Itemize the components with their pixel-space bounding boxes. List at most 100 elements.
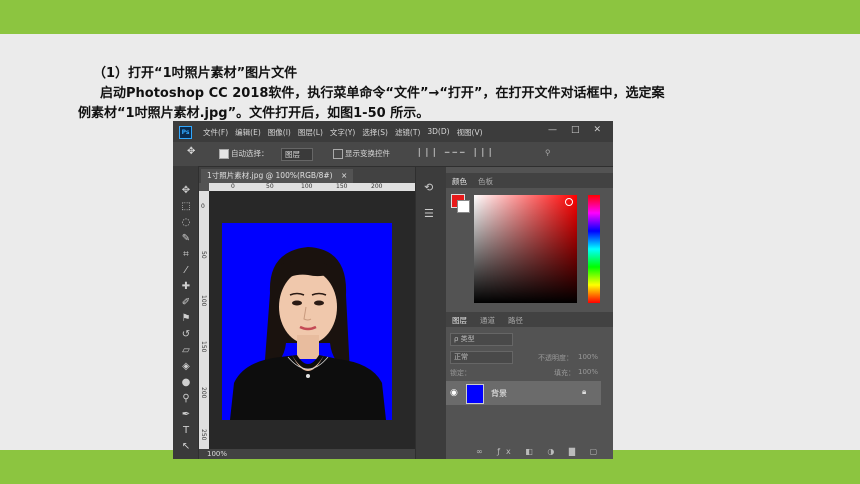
toolbox: ✥ ⬚ ◌ ✎ ⌗ ⁄ ✚ ✐ ⚑ ↺ ▱ ◈ ● ⚲ ✒ T ↖ [173, 166, 199, 459]
menu-type[interactable]: 文字(Y) [330, 127, 355, 138]
quick-select-tool-icon[interactable]: ✎ [179, 232, 193, 246]
tab-swatches[interactable]: 色板 [478, 176, 493, 187]
clone-stamp-tool-icon[interactable]: ⚑ [179, 312, 193, 326]
zoom-level[interactable]: 100% [207, 450, 227, 458]
eraser-tool-icon[interactable]: ▱ [179, 344, 193, 358]
instruction-line-1: 启动Photoshop CC 2018软件，执行菜单命令“文件”→“打开”，在打… [100, 86, 665, 101]
instruction-line-2: 例素材“1吋照片素材.jpg”。文件打开后，如图1-50 所示。 [78, 106, 430, 121]
photoshop-logo: Ps [179, 126, 192, 139]
color-picker-field[interactable] [474, 195, 577, 303]
search-icon[interactable]: ⚲ [545, 148, 551, 157]
color-picker-cursor[interactable] [565, 198, 573, 206]
hue-slider[interactable] [588, 195, 600, 303]
color-panel-tabs: 颜色 色板 [446, 173, 613, 188]
pen-tool-icon[interactable]: ✒ [179, 408, 193, 422]
document-tab-close-icon[interactable]: × [341, 171, 347, 180]
document-tab-bar: 1寸照片素材.jpg @ 100%(RGB/8#) × [199, 167, 431, 183]
menu-3d[interactable]: 3D(D) [427, 127, 449, 138]
ruler-tick: 200 [200, 387, 207, 399]
horizontal-ruler: 0 50 100 150 200 [209, 183, 415, 191]
blur-tool-icon[interactable]: ● [179, 376, 193, 390]
move-tool-icon[interactable]: ✥ [179, 184, 193, 198]
paint-bucket-tool-icon[interactable]: ◈ [179, 360, 193, 374]
ruler-tick: 150 [200, 341, 207, 353]
window-controls: — □ ✕ [548, 125, 601, 135]
crop-tool-icon[interactable]: ⌗ [179, 248, 193, 262]
opacity-label: 不透明度： [538, 354, 573, 362]
menu-image[interactable]: 图像(I) [268, 127, 291, 138]
lock-icon: 🔒︎ [582, 387, 587, 396]
maximize-button[interactable]: □ [571, 125, 580, 135]
document-canvas[interactable] [209, 191, 415, 449]
layer-row-background[interactable]: ◉ 背景 🔒︎ [446, 381, 601, 405]
step-title: （1）打开“1吋照片素材”图片文件 [93, 66, 298, 81]
fill-label: 填充： [554, 369, 575, 377]
show-transform-label: 显示变换控件 [345, 149, 390, 158]
menu-file[interactable]: 文件(F) [203, 127, 228, 138]
photoshop-window: Ps 文件(F) 编辑(E) 图像(I) 图层(L) 文字(Y) 选择(S) 滤… [173, 121, 613, 459]
eye-visibility-icon[interactable]: ◉ [450, 388, 458, 398]
right-panels: 颜色 色板 图层 通道 路径 ρ 类型 正常 不透明度： 100% 锁定： 填充… [446, 167, 613, 459]
layer-filter-type[interactable]: ρ 类型 [450, 333, 513, 346]
background-color-swatch[interactable] [457, 200, 470, 213]
document-tab[interactable]: 1寸照片素材.jpg @ 100%(RGB/8#) × [201, 169, 354, 183]
type-tool-icon[interactable]: T [179, 424, 193, 438]
menu-layer[interactable]: 图层(L) [298, 127, 323, 138]
id-photo-image [222, 223, 392, 420]
dodge-tool-icon[interactable]: ⚲ [179, 392, 193, 406]
vertical-ruler: 0 50 100 150 200 250 [199, 191, 209, 449]
tab-paths[interactable]: 路径 [508, 315, 523, 326]
menu-view[interactable]: 视图(V) [457, 127, 483, 138]
marquee-tool-icon[interactable]: ⬚ [179, 200, 193, 214]
eyedropper-tool-icon[interactable]: ⁄ [179, 264, 193, 278]
ruler-tick: 250 [200, 429, 207, 441]
ruler-tick: 0 [201, 203, 205, 210]
layers-panel-tabs: 图层 通道 路径 [446, 312, 613, 327]
auto-select-checkbox[interactable] [219, 149, 229, 159]
lasso-tool-icon[interactable]: ◌ [179, 216, 193, 230]
tab-color[interactable]: 颜色 [452, 176, 467, 187]
ruler-tick: 150 [336, 183, 348, 190]
menu-filter[interactable]: 滤镜(T) [395, 127, 420, 138]
minimize-button[interactable]: — [548, 125, 557, 135]
fill-value[interactable]: 100% [578, 368, 598, 376]
auto-select-dropdown[interactable]: 图层 [281, 148, 313, 161]
ruler-tick: 50 [266, 183, 274, 190]
history-panel-icon[interactable]: ⟲ [424, 181, 433, 194]
properties-panel-icon[interactable]: ☰ [424, 207, 434, 220]
ruler-tick: 100 [200, 295, 207, 307]
align-icons[interactable]: ┃┃┃ ━━━ ┃┃┃ [417, 148, 495, 157]
show-transform-option[interactable]: 显示变换控件 [333, 148, 390, 159]
document-tab-title: 1寸照片素材.jpg @ 100%(RGB/8#) [207, 171, 333, 180]
layer-name[interactable]: 背景 [491, 388, 507, 399]
layer-thumbnail [466, 384, 484, 404]
collapsed-panel-strip: ⟲ ☰ [415, 167, 447, 459]
path-select-tool-icon[interactable]: ↖ [179, 440, 193, 454]
menu-select[interactable]: 选择(S) [362, 127, 388, 138]
opacity-value[interactable]: 100% [578, 353, 598, 361]
menu-edit[interactable]: 编辑(E) [235, 127, 261, 138]
auto-select-label: 自动选择： [231, 149, 269, 158]
menu-bar: Ps 文件(F) 编辑(E) 图像(I) 图层(L) 文字(Y) 选择(S) 滤… [173, 121, 613, 142]
auto-select-option[interactable]: 自动选择： [219, 148, 269, 159]
tab-channels[interactable]: 通道 [480, 315, 495, 326]
show-transform-checkbox[interactable] [333, 149, 343, 159]
history-brush-tool-icon[interactable]: ↺ [179, 328, 193, 342]
lock-label: 锁定： [450, 369, 471, 377]
close-button[interactable]: ✕ [593, 125, 601, 135]
brush-tool-icon[interactable]: ✐ [179, 296, 193, 310]
ruler-tick: 50 [200, 251, 207, 259]
ruler-tick: 0 [231, 183, 235, 190]
portrait-illustration [222, 223, 392, 420]
options-bar: ✥ 自动选择： 图层 显示变换控件 ┃┃┃ ━━━ ┃┃┃ ⚲ [173, 142, 613, 167]
move-tool-icon[interactable]: ✥ [187, 146, 195, 157]
tab-layers[interactable]: 图层 [452, 315, 467, 326]
top-green-band [0, 0, 860, 34]
layer-panel-footer-icons[interactable]: ∞ ƒx ◧ ◑ ▇ ▢ 🗑︎ [476, 447, 613, 456]
status-bar: 100% [199, 449, 431, 459]
healing-brush-tool-icon[interactable]: ✚ [179, 280, 193, 294]
ruler-tick: 100 [301, 183, 313, 190]
ruler-tick: 200 [371, 183, 383, 190]
menu-items: 文件(F) 编辑(E) 图像(I) 图层(L) 文字(Y) 选择(S) 滤镜(T… [203, 127, 483, 138]
blend-mode-dropdown[interactable]: 正常 [450, 351, 513, 364]
